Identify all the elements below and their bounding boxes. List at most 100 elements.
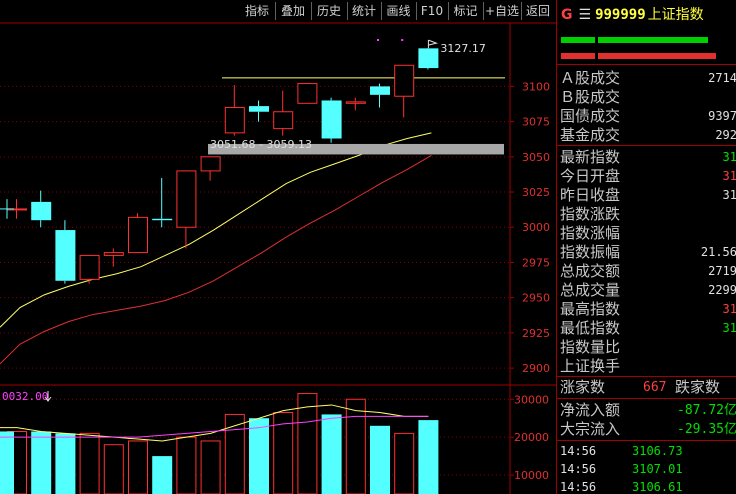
quote-row-label: 指数涨幅: [560, 224, 621, 242]
candle-body: [176, 170, 197, 228]
volume-bar: [418, 420, 439, 494]
panel-divider: [557, 64, 736, 65]
high-price-label: 3127.17: [440, 42, 486, 55]
sell-bar-red: [561, 53, 595, 59]
volume-axis-label: 10000: [514, 469, 549, 482]
tick-price: 3106.61: [632, 480, 683, 494]
volume-bar: [176, 436, 197, 494]
volume-bars: [0, 393, 439, 494]
quote-row: 今日开盘 31: [560, 167, 736, 186]
price-axis-label: 2950: [522, 292, 550, 305]
quote-row: 最新指数 31: [560, 148, 736, 167]
high-flag-icon: [427, 39, 439, 49]
quote-row-value: 292: [715, 128, 736, 142]
gap-zone-label: 3051.68 - 3059.13: [210, 138, 312, 151]
advance-decline-row: 涨家数 667 跌家数: [560, 378, 736, 397]
candle-body: [103, 252, 124, 256]
candle-body: [224, 107, 245, 134]
net-inflow-label: 净流入额: [560, 401, 621, 419]
volume-axis-label: 20000: [514, 431, 549, 444]
panel-divider: [557, 440, 736, 441]
rise-count-label: 涨家数: [560, 378, 606, 396]
candle-body: [370, 86, 390, 95]
quote-row: 基金成交 292: [560, 126, 736, 145]
quote-row: 指数量比: [560, 338, 736, 357]
quote-row-value: 2714: [708, 71, 736, 85]
quote-row-value: 31: [722, 150, 736, 164]
volume-ma-label: 0032.00: [2, 390, 48, 403]
fall-count-label: 跌家数: [675, 378, 721, 396]
quote-row-label: 指数量比: [560, 338, 621, 356]
quote-row: 上证换手: [560, 357, 736, 376]
volume-bar: [297, 393, 318, 494]
tick-time: 14:56: [560, 444, 597, 458]
quote-row-label: 最新指数: [560, 148, 621, 166]
buy-bar-green-2: [598, 37, 708, 43]
candle-body: [418, 48, 439, 69]
quote-row-label: 总成交额: [560, 262, 621, 280]
quote-row-label: 指数涨跌: [560, 205, 621, 223]
quote-row-label: Ａ股成交: [560, 69, 621, 87]
volume-bar: [79, 432, 100, 494]
quote-row-value: 2719: [708, 264, 736, 278]
price-axis-label: 3025: [522, 186, 550, 199]
quote-row-label: 上证换手: [560, 357, 621, 375]
quote-row-value: 2299: [708, 283, 736, 297]
quote-row-value: 9397: [708, 109, 736, 123]
quote-row-value: 31: [722, 321, 736, 335]
volume-axis-label: 30000: [514, 393, 549, 406]
volume-bar: [200, 440, 221, 494]
block-inflow-value: -29.35亿: [677, 422, 736, 437]
candle-body: [152, 218, 173, 221]
candle-body: [200, 156, 221, 172]
tick-price: 3107.01: [632, 462, 683, 476]
price-axis-label: 3000: [522, 221, 550, 234]
quote-row: 指数涨幅: [560, 224, 736, 243]
quote-panel: G ☰ 999999 上证指数 Ａ股成交 2714 Ｂ股成交 国债成交 9397 基金成交 292…: [556, 0, 736, 494]
quote-row-label: 基金成交: [560, 126, 621, 144]
volume-bar-partial: [0, 431, 14, 494]
volume-bar: [321, 414, 342, 494]
quote-row: 指数涨跌: [560, 205, 736, 224]
volume-bar: [128, 440, 148, 494]
sell-bar-red-2: [598, 53, 716, 59]
quote-row-value: 21.56: [700, 245, 736, 259]
candle-body: [273, 111, 294, 130]
quote-row-value: 31: [722, 169, 736, 183]
quote-row: 总成交额 2719: [560, 262, 736, 281]
volume-bar: [345, 398, 366, 494]
volume-bar: [31, 431, 52, 494]
quote-row: 昨日收盘 31: [560, 186, 736, 205]
quote-row-value: 31: [722, 302, 736, 316]
signal-marker: [401, 39, 404, 41]
stock-code: 999999: [595, 7, 646, 23]
volume-axis-labels: 30000 20000 10000: [510, 393, 549, 482]
candle-body: [79, 254, 100, 280]
group-label[interactable]: G: [561, 7, 573, 23]
block-inflow-row: 大宗流入 -29.35亿: [560, 420, 736, 439]
price-axis-label: 2925: [522, 327, 550, 340]
quote-row: Ａ股成交 2714: [560, 69, 736, 88]
tick-time: 14:56: [560, 480, 597, 494]
quote-row-label: 总成交量: [560, 281, 621, 299]
block-inflow-label: 大宗流入: [560, 420, 621, 438]
candle-body: [321, 100, 342, 139]
quote-row: 最高指数 31: [560, 300, 736, 319]
tick-time: 14:56: [560, 462, 597, 476]
quote-row-label: 最高指数: [560, 300, 621, 318]
tick-row: 14:56 3107.01: [560, 460, 736, 478]
net-inflow-row: 净流入额 -87.72亿: [560, 401, 736, 420]
candle-body: [394, 64, 415, 97]
signal-markers: [377, 39, 404, 41]
volume-bar: [55, 433, 76, 494]
hamburger-icon[interactable]: ☰: [579, 7, 592, 23]
candle-body: [345, 101, 366, 104]
panel-title: G ☰ 999999 上证指数: [561, 4, 704, 24]
candlesticks: [0, 48, 439, 284]
volume-bar: [249, 418, 269, 494]
quote-row-label: 国债成交: [560, 107, 621, 125]
tick-price: 3106.73: [632, 444, 683, 458]
signal-marker: [377, 39, 379, 41]
kline-chart[interactable]: 3051.68 - 3059.13 3127.17 3100 3075 3050 30…: [0, 0, 556, 494]
quote-row-label: Ｂ股成交: [560, 88, 621, 106]
